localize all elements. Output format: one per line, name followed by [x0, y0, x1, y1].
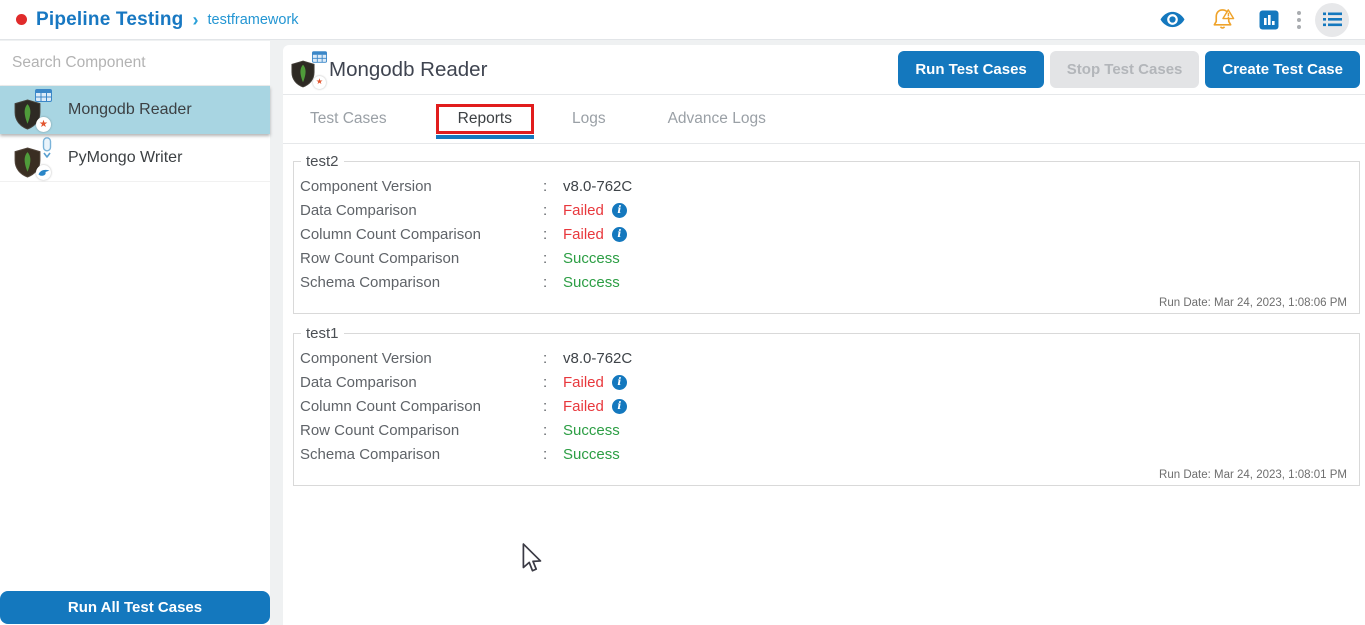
row-label: Component Version	[300, 177, 432, 195]
sidebar-item-pymongo-writer[interactable]: PyMongo Writer	[0, 134, 270, 182]
eye-icon[interactable]	[1159, 10, 1186, 29]
star-badge-icon: ★	[36, 117, 51, 132]
colon: :	[543, 273, 548, 291]
row-value: v8.0-762C	[563, 349, 633, 367]
page-title: Mongodb Reader	[329, 57, 488, 81]
create-test-case-button[interactable]: Create Test Case	[1205, 51, 1360, 88]
report-row: Schema Comparison : Success	[300, 270, 1349, 294]
breadcrumb-chevron-icon: ›	[192, 9, 199, 30]
info-icon[interactable]: i	[611, 398, 627, 414]
row-label: Data Comparison	[300, 201, 417, 219]
component-label: PyMongo Writer	[68, 148, 183, 166]
row-value: Success	[563, 421, 620, 439]
colon: :	[543, 349, 548, 367]
row-value: v8.0-762C	[563, 177, 633, 195]
run-all-test-cases-button[interactable]: Run All Test Cases	[0, 591, 270, 624]
top-bar: Pipeline Testing › testframework	[0, 0, 1365, 40]
row-label: Row Count Comparison	[300, 249, 460, 267]
colon: :	[543, 249, 548, 267]
colon: :	[543, 177, 548, 195]
main-panel: ★ Mongodb Reader Run Test Cases Stop Tes…	[283, 45, 1365, 625]
report-row: Row Count Comparison : Success	[300, 246, 1349, 270]
colon: :	[543, 201, 548, 219]
report-row: Schema Comparison : Success	[300, 442, 1349, 466]
colon: :	[543, 373, 548, 391]
tab-logs[interactable]: Logs	[572, 110, 606, 128]
row-value: Failed	[563, 201, 604, 219]
info-icon[interactable]: i	[611, 202, 627, 218]
row-value: Success	[563, 249, 620, 267]
report-card-test1: test1 Component Version : v8.0-762C Data…	[293, 325, 1360, 486]
search-box	[0, 41, 270, 86]
component-label: Mongodb Reader	[68, 101, 192, 118]
row-value: Success	[563, 273, 620, 291]
row-label: Data Comparison	[300, 373, 417, 391]
stop-test-cases-button[interactable]: Stop Test Cases	[1049, 51, 1200, 88]
title-row: ★ Mongodb Reader Run Test Cases Stop Tes…	[283, 45, 1365, 95]
colon: :	[543, 421, 548, 439]
record-dot-icon	[16, 14, 27, 25]
notification-bell-icon[interactable]	[1210, 7, 1235, 32]
info-icon[interactable]: i	[611, 226, 627, 242]
report-card-test2: test2 Component Version : v8.0-762C Data…	[293, 153, 1360, 314]
mongodb-shield-icon	[291, 60, 315, 87]
tabs-row: Test Cases Reports Logs Advance Logs	[283, 95, 1365, 144]
run-date: Run Date: Mar 24, 2023, 1:08:06 PM	[1159, 297, 1347, 309]
row-label: Column Count Comparison	[300, 397, 481, 415]
run-test-cases-button[interactable]: Run Test Cases	[898, 51, 1044, 88]
colon: :	[543, 445, 548, 463]
sidebar-item-mongodb-reader[interactable]: ★ Mongodb Reader	[0, 86, 270, 134]
report-row: Component Version : v8.0-762C	[300, 174, 1349, 198]
app-title: Pipeline Testing	[36, 8, 184, 30]
menu-list-icon[interactable]	[1315, 2, 1349, 37]
kebab-menu-icon[interactable]	[1297, 10, 1301, 29]
table-icon	[312, 50, 327, 63]
pen-icon	[42, 136, 52, 158]
annotation-highlight-box: Reports	[435, 104, 534, 139]
report-row: Row Count Comparison : Success	[300, 418, 1349, 442]
reports-list: test2 Component Version : v8.0-762C Data…	[283, 144, 1365, 486]
table-icon	[35, 89, 52, 102]
mongodb-reader-icon: ★	[10, 89, 56, 132]
colon: :	[543, 225, 548, 243]
active-tab-underline	[435, 135, 534, 139]
pymongo-writer-icon	[10, 136, 56, 180]
report-row: Column Count Comparison : Failed i	[300, 222, 1349, 246]
report-name: test2	[306, 153, 339, 170]
breadcrumb-item[interactable]: testframework	[207, 12, 298, 28]
row-label: Column Count Comparison	[300, 225, 481, 243]
analytics-chart-icon[interactable]	[1259, 10, 1279, 30]
component-sidebar: ★ Mongodb Reader PyMongo Writer Run All …	[0, 41, 270, 625]
row-label: Schema Comparison	[300, 445, 441, 463]
report-row: Data Comparison : Failed i	[300, 198, 1349, 222]
search-component-input[interactable]	[12, 54, 258, 72]
report-row: Column Count Comparison : Failed i	[300, 394, 1349, 418]
bird-badge-icon	[36, 164, 51, 180]
mongodb-reader-icon: ★	[291, 50, 329, 90]
row-label: Component Version	[300, 349, 432, 367]
tab-test-cases[interactable]: Test Cases	[310, 110, 387, 128]
tab-advance-logs[interactable]: Advance Logs	[668, 110, 766, 128]
report-row: Component Version : v8.0-762C	[300, 346, 1349, 370]
row-value: Failed	[563, 397, 604, 415]
report-name: test1	[306, 325, 339, 342]
star-badge-icon: ★	[313, 75, 326, 89]
row-label: Row Count Comparison	[300, 421, 460, 439]
report-row: Data Comparison : Failed i	[300, 370, 1349, 394]
info-icon[interactable]: i	[611, 374, 627, 390]
row-label: Schema Comparison	[300, 273, 441, 291]
row-value: Failed	[563, 373, 604, 391]
action-buttons: Run Test Cases Stop Test Cases Create Te…	[898, 51, 1360, 88]
run-date: Run Date: Mar 24, 2023, 1:08:01 PM	[1159, 469, 1347, 481]
tab-reports[interactable]: Reports	[458, 110, 512, 127]
row-value: Success	[563, 445, 620, 463]
row-value: Failed	[563, 225, 604, 243]
colon: :	[543, 397, 548, 415]
